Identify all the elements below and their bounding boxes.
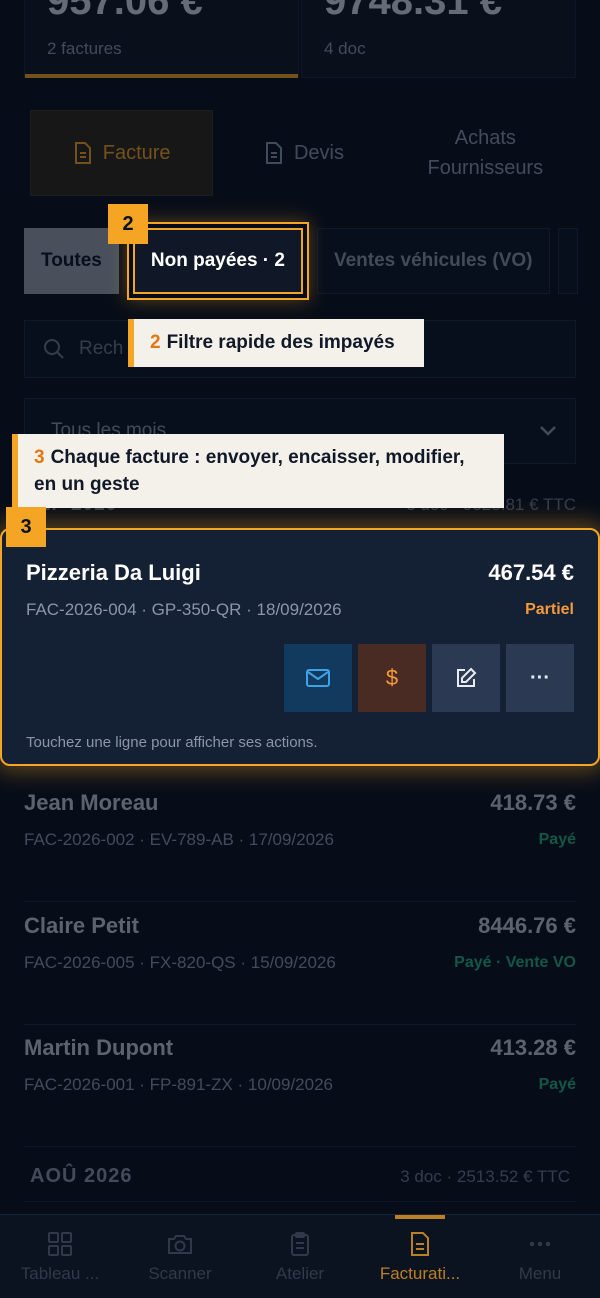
tutorial-step-3-badge: 3 [6, 507, 46, 547]
invoice-status: Payé [538, 831, 576, 848]
invoice-meta: FAC-2026-001 · FP-891-ZX · 10/09/2026 [24, 1075, 333, 1094]
stats-row: 957.06 € 2 factures 9748.31 € 4 doc [24, 0, 576, 78]
stat-amount: 957.06 € [47, 0, 203, 23]
chevron-down-icon [540, 426, 556, 436]
chip-all[interactable]: Toutes [24, 228, 119, 294]
bottom-navigation: Tableau ... Scanner Atelier Facturati...… [0, 1214, 600, 1298]
nav-label: Facturati... [379, 1263, 461, 1283]
actions-hint: Touchez une ligne pour afficher ses acti… [26, 734, 318, 751]
search-icon [44, 339, 64, 359]
nav-label: Tableau ... [20, 1263, 100, 1283]
tip-number: 3 [34, 447, 45, 468]
invoice-meta: FAC-2026-004 · GP-350-QR · 18/09/2026 [26, 600, 342, 619]
invoice-row[interactable]: Claire Petit 8446.76 € FAC-2026-005 · FX… [24, 903, 576, 1025]
invoice-row[interactable]: Jean Moreau 418.73 € FAC-2026-002 · EV-7… [24, 780, 576, 902]
month-group-summary: 3 doc · 2513.52 € TTC [400, 1166, 570, 1186]
invoice-amount: 467.54 € [488, 560, 574, 585]
stat-subtitle: 4 doc [324, 39, 366, 58]
tab-achats-fournisseurs[interactable]: Achats Fournisseurs [395, 110, 576, 196]
invoice-card-highlighted[interactable]: Pizzeria Da Luigi 467.54 € FAC-2026-004 … [0, 528, 600, 766]
nav-tableau[interactable]: Tableau ... [0, 1215, 120, 1298]
invoice-meta: FAC-2026-002 · EV-789-AB · 17/09/2026 [24, 830, 334, 849]
document-type-tabs: Facture Devis Achats Fournisseurs [30, 110, 576, 196]
edit-invoice-button[interactable] [432, 644, 500, 712]
invoice-amount: 8446.76 € [478, 913, 576, 938]
nav-label: Menu [518, 1263, 562, 1283]
stat-subtitle: 2 factures [47, 39, 122, 58]
nav-label: Scanner [148, 1263, 212, 1283]
tip-number: 2 [150, 332, 161, 353]
more-icon [529, 1241, 551, 1246]
chip-more[interactable] [557, 228, 578, 294]
tip-text: Chaque facture : envoyer, encaisser, mod… [34, 447, 465, 495]
invoice-status: Payé · Vente VO [454, 954, 576, 971]
nav-atelier[interactable]: Atelier [240, 1215, 360, 1298]
month-group-header: AOÛ 2026 3 doc · 2513.52 € TTC [24, 1152, 576, 1202]
invoice-actions: $ ··· [26, 644, 574, 712]
stat-card-docs[interactable]: 9748.31 € 4 doc [301, 0, 576, 78]
tab-label: Devis [293, 142, 344, 164]
tip-text: Filtre rapide des impayés [166, 332, 395, 353]
invoice-meta: FAC-2026-005 · FX-820-QS · 15/09/2026 [24, 953, 336, 972]
tab-facture[interactable]: Facture [30, 110, 214, 196]
edit-icon [457, 667, 477, 687]
invoice-amount: 418.73 € [490, 790, 576, 815]
document-icon [411, 1231, 429, 1256]
more-icon: ··· [530, 666, 550, 689]
invoice-client: Jean Moreau [24, 790, 159, 815]
tab-label: Facture [102, 142, 171, 164]
dollar-icon: $ [385, 665, 399, 690]
nav-scanner[interactable]: Scanner [120, 1215, 240, 1298]
chip-unpaid[interactable]: Non payées · 2 [132, 228, 303, 294]
nav-menu[interactable]: Menu [480, 1215, 600, 1298]
clipboard-icon [291, 1231, 309, 1256]
more-actions-button[interactable]: ··· [506, 644, 574, 712]
chip-vehicle-sales[interactable]: Ventes véhicules (VO) [316, 228, 550, 294]
invoice-client: Claire Petit [24, 913, 139, 938]
tutorial-step-2-badge: 2 [108, 204, 148, 244]
document-icon [265, 142, 282, 164]
stat-amount: 9748.31 € [324, 0, 502, 23]
invoice-row[interactable]: Martin Dupont 413.28 € FAC-2026-001 · FP… [24, 1025, 576, 1147]
invoice-client: Martin Dupont [24, 1035, 174, 1060]
invoice-amount: 413.28 € [490, 1035, 576, 1060]
tutorial-step-2-tip: 2 Filtre rapide des impayés [128, 319, 424, 367]
invoice-client: Pizzeria Da Luigi [26, 560, 201, 585]
camera-icon [168, 1234, 192, 1254]
stat-card-unpaid[interactable]: 957.06 € 2 factures [24, 0, 299, 78]
send-email-button[interactable] [284, 644, 352, 712]
grid-icon [48, 1231, 72, 1256]
tab-devis[interactable]: Devis [213, 110, 394, 196]
invoice-status: Partiel [525, 601, 574, 618]
nav-label: Atelier [275, 1263, 325, 1283]
tutorial-step-3-tip: 3 Chaque facture : envoyer, encaisser, mo… [12, 434, 504, 508]
record-payment-button[interactable]: $ [358, 644, 426, 712]
search-input[interactable]: Rech [79, 338, 123, 360]
invoice-status: Payé [538, 1076, 576, 1093]
nav-facturation[interactable]: Facturati... [360, 1215, 480, 1298]
document-icon [74, 142, 91, 164]
month-group-name: AOÛ 2026 [30, 1165, 133, 1187]
tab-label: Achats Fournisseurs [427, 127, 544, 179]
mail-icon [306, 669, 330, 687]
